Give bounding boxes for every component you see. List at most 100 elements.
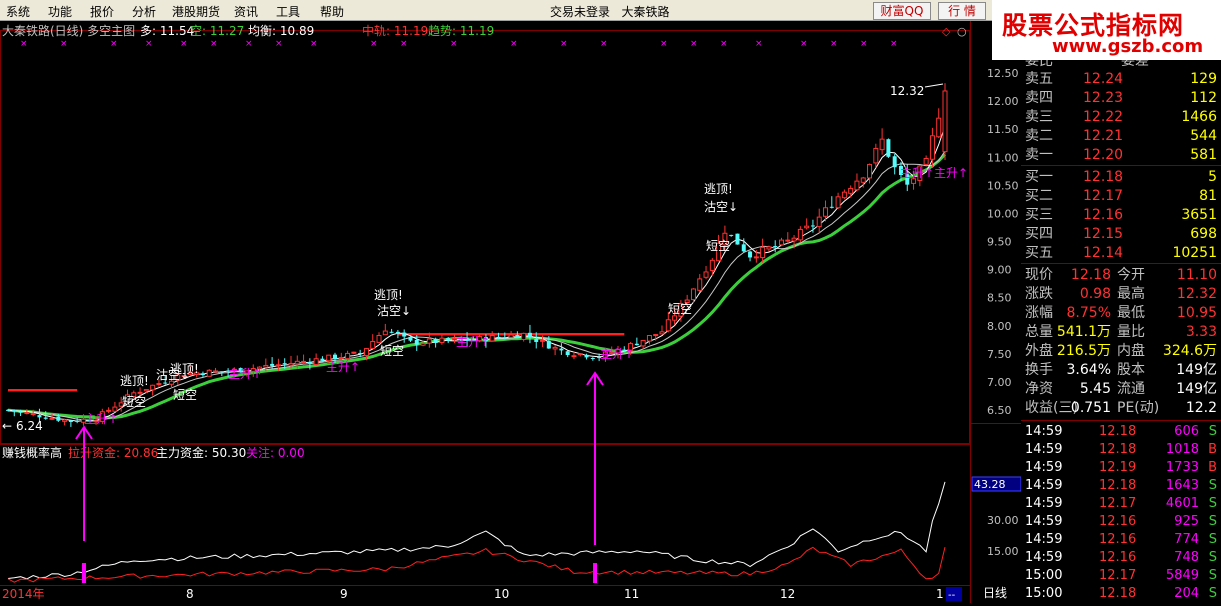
stat-label-2: 量比 <box>1117 324 1145 340</box>
menu-analysis[interactable]: 分析 <box>132 3 156 20</box>
candle <box>112 401 118 412</box>
current-indicator-value: 43.28 <box>974 478 1006 491</box>
buy-label: 买一 <box>1025 169 1053 185</box>
candle <box>729 234 734 237</box>
trade-tick-row[interactable]: 14:59 12.18 1018 B <box>1021 441 1221 459</box>
signal-marker-icon: × <box>20 39 28 49</box>
candle <box>320 356 325 361</box>
title-text: 交易未登录 大秦铁路 <box>550 5 670 19</box>
stat-value: 216.5万 <box>1056 343 1111 359</box>
chart-area[interactable]: 大秦铁路(日线) 多空主图 多: 11.54 空: 11.27 均衡: 10.8… <box>0 21 970 603</box>
trade-tick-row[interactable]: 14:59 12.18 1643 S <box>1021 477 1221 495</box>
sell-row[interactable]: 卖一 12.20 581 <box>1021 146 1221 165</box>
signal-text: 逃顶! <box>704 182 733 196</box>
lower-axis-15: 15.00 <box>987 545 1019 558</box>
candle <box>565 350 570 358</box>
stat-row: 总量 541.1万 量比 3.33 <box>1021 323 1221 342</box>
buy-row[interactable]: 买二 12.17 81 <box>1021 187 1221 206</box>
menu-system[interactable]: 系统 <box>6 3 30 20</box>
daily-tab[interactable]: 日线 <box>983 586 1007 600</box>
trade-tick-row[interactable]: 14:59 12.19 1733 B <box>1021 459 1221 477</box>
main-rise-signal: 主升↑ <box>84 412 118 426</box>
trade-tick-row[interactable]: 14:59 12.16 748 S <box>1021 549 1221 567</box>
trade-tick-row[interactable]: 14:59 12.16 925 S <box>1021 513 1221 531</box>
tick-price: 12.16 <box>1099 550 1137 565</box>
buy-row[interactable]: 买三 12.16 3651 <box>1021 206 1221 225</box>
buy-row[interactable]: 买一 12.18 5 <box>1021 168 1221 187</box>
low-annotation: 6.24 <box>16 419 43 433</box>
trade-tick-row[interactable]: 14:59 12.18 606 S <box>1021 423 1221 441</box>
stat-label-2: 最高 <box>1117 286 1145 302</box>
buy-price: 12.18 <box>1083 169 1124 185</box>
menu-function[interactable]: 功能 <box>48 3 72 20</box>
buy-row[interactable]: 买四 12.15 698 <box>1021 225 1221 244</box>
tick-price: 12.17 <box>1099 568 1137 583</box>
candle <box>584 353 589 360</box>
price-axis-labels: 12.50 12.00 11.50 11.00 10.50 10.00 9.50 9.00 8.… <box>987 67 1019 417</box>
price-axis-label: 10.00 <box>987 207 1019 220</box>
short-signal-text: 短空 <box>173 388 197 402</box>
short-signal-text: 短空 <box>122 395 146 409</box>
close-icon[interactable]: ○ <box>957 25 967 38</box>
signal-marker-icon: × <box>690 39 698 49</box>
trade-tick-row[interactable]: 14:59 12.17 4601 S <box>1021 495 1221 513</box>
signal-marker-icon: × <box>890 39 898 49</box>
candle <box>886 138 891 158</box>
candle <box>527 324 532 344</box>
trade-tick-row[interactable]: 14:59 12.16 774 S <box>1021 531 1221 549</box>
kline-chart[interactable]: 大秦铁路(日线) 多空主图 多: 11.54 空: 11.27 均衡: 10.8… <box>0 21 970 603</box>
main-rise-signal: 主升↑ <box>934 166 968 180</box>
sell-row[interactable]: 卖二 12.21 544 <box>1021 127 1221 146</box>
chart-title: 大秦铁路(日线) 多空主图 <box>2 23 135 38</box>
tick-price: 12.16 <box>1099 532 1137 547</box>
menu-help[interactable]: 帮助 <box>320 3 344 20</box>
candle <box>659 325 665 335</box>
tick-time: 15:00 <box>1025 568 1063 583</box>
stat-row: 换手 3.64% 股本 149亿 <box>1021 361 1221 380</box>
kong-value: 空: 11.27 <box>190 24 244 38</box>
main-rise-signal: 主升↑ <box>326 360 360 374</box>
candle <box>942 83 948 161</box>
tick-volume: 4601 <box>1165 496 1199 511</box>
trade-tick-row[interactable]: 15:00 12.18 204 S <box>1021 585 1221 603</box>
diamond-icon[interactable]: ◇ <box>942 25 951 38</box>
sell-row[interactable]: 卖四 12.23 112 <box>1021 89 1221 108</box>
candle <box>778 237 784 247</box>
sell-row[interactable]: 卖五 12.24 129 <box>1021 70 1221 89</box>
menu-news[interactable]: 资讯 <box>234 3 258 20</box>
candle <box>703 266 709 280</box>
sell-row[interactable]: 卖三 12.22 1466 <box>1021 108 1221 127</box>
tick-price: 12.19 <box>1099 460 1137 475</box>
buy-price: 12.14 <box>1083 245 1124 261</box>
buy-row[interactable]: 买五 12.14 10251 <box>1021 244 1221 263</box>
buy-label: 买四 <box>1025 226 1053 242</box>
candle <box>879 128 885 155</box>
candle <box>797 226 803 243</box>
main-rise-signal: 主升↑ <box>228 367 262 381</box>
menu-quote[interactable]: 报价 <box>90 3 114 20</box>
tick-side: S <box>1208 496 1217 511</box>
price-axis-label: 9.50 <box>987 236 1012 249</box>
candle <box>590 357 595 361</box>
tick-time: 14:59 <box>1025 550 1063 565</box>
stat-label: 换手 <box>1025 362 1053 378</box>
candle <box>760 238 766 263</box>
tick-volume: 774 <box>1174 532 1199 547</box>
caifu-qq-button[interactable]: 财富QQ <box>873 2 931 20</box>
tick-side: S <box>1208 478 1217 493</box>
tick-time: 14:59 <box>1025 442 1063 457</box>
stat-value-2: 11.10 <box>1176 267 1217 283</box>
candle <box>766 245 772 252</box>
menu-tools[interactable]: 工具 <box>276 3 300 20</box>
site-logo: 股票公式指标网 www.gszb.com <box>992 0 1221 60</box>
buy-volume: 3651 <box>1181 207 1217 223</box>
indicator-name: 赚钱概率高 <box>2 445 62 460</box>
menu-hk-futures[interactable]: 港股期货 <box>172 3 220 20</box>
hangqing-button[interactable]: 行 情 <box>938 2 986 20</box>
low-annotation-arrow-icon: ← <box>2 419 12 433</box>
candle <box>697 274 703 293</box>
candle <box>351 351 357 355</box>
short-signal-text: 短空 <box>706 239 730 253</box>
trade-tick-row[interactable]: 15:00 12.17 5849 S <box>1021 567 1221 585</box>
tick-side: S <box>1208 514 1217 529</box>
